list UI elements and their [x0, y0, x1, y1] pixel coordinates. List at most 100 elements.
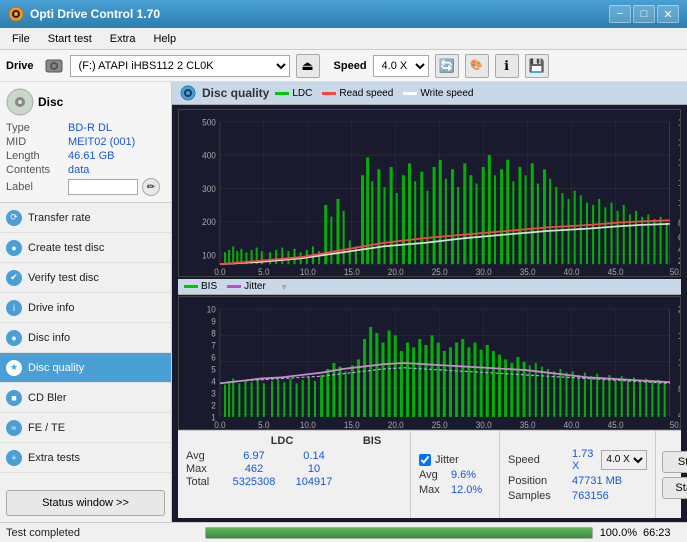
svg-text:18 X: 18 X [678, 117, 680, 128]
nav-drive-info[interactable]: i Drive info [0, 293, 171, 323]
progress-bar-fill [206, 528, 592, 538]
stats-max-row: Max 462 10 [186, 463, 402, 475]
nav-transfer-rate[interactable]: ⟳ Transfer rate [0, 203, 171, 233]
info-button[interactable]: ℹ [495, 54, 519, 78]
chart1-wrapper: 500 400 300 200 100 18 X 16 X 14 X 12 X … [178, 109, 681, 277]
svg-text:10 X: 10 X [678, 198, 680, 209]
status-window-button[interactable]: Status window >> [6, 490, 165, 516]
color-button[interactable]: 🎨 [465, 54, 489, 78]
nav-label-verify: Verify test disc [28, 272, 99, 284]
nav-verify-test-disc[interactable]: ✔ Verify test disc [0, 263, 171, 293]
drive-select[interactable]: (F:) ATAPI iHBS112 2 CL0K [70, 55, 290, 77]
nav-extra-tests[interactable]: + Extra tests [0, 443, 171, 473]
svg-text:500: 500 [202, 117, 216, 128]
cd-bler-icon: ■ [6, 390, 22, 406]
sidebar: Disc Type BD-R DL MID MEIT02 (001) Lengt… [0, 82, 172, 522]
minimize-button[interactable]: − [609, 5, 631, 23]
save-button[interactable]: 💾 [525, 54, 549, 78]
legend2: BIS Jitter ▼ [178, 279, 681, 295]
max-ldc-val: 462 [224, 463, 284, 475]
speed-select[interactable]: 4.0 X 8.0 X 2.0 X MAX [373, 55, 429, 77]
svg-text:8%: 8% [678, 383, 680, 394]
fe-te-icon: ≈ [6, 420, 22, 436]
speed-stat-select[interactable]: 4.0 X 8.0 X [601, 450, 647, 470]
jitter-max-val: 12.0% [451, 484, 491, 496]
svg-text:30.0: 30.0 [476, 266, 492, 276]
svg-text:4 X: 4 X [678, 244, 680, 255]
close-button[interactable]: ✕ [657, 5, 679, 23]
svg-text:30.0: 30.0 [476, 419, 492, 429]
jitter-header-row: Jitter [419, 454, 491, 466]
svg-text:2 X: 2 X [678, 256, 680, 267]
samples-label: Samples [508, 490, 568, 502]
svg-text:50.0 GB: 50.0 GB [670, 266, 680, 276]
nav-label-cd-bler: CD Bler [28, 392, 67, 404]
progress-bar-container [205, 527, 593, 539]
position-label: Position [508, 475, 568, 487]
nav-label-fe-te: FE / TE [28, 422, 65, 434]
stats-headers: LDC BIS [186, 435, 402, 447]
label-input[interactable] [68, 179, 138, 195]
stats-empty [186, 435, 222, 447]
charts-container: 500 400 300 200 100 18 X 16 X 14 X 12 X … [178, 109, 681, 430]
refresh-button[interactable]: 🔄 [435, 54, 459, 78]
title-bar: Opti Drive Control 1.70 − □ ✕ [0, 0, 687, 28]
jitter-section: Jitter Avg 9.6% Max 12.0% [410, 431, 499, 518]
avg-ldc-val: 6.97 [224, 450, 284, 462]
total-ldc-val: 5325308 [224, 476, 284, 488]
svg-text:20.0: 20.0 [388, 419, 404, 429]
jitter-checkbox[interactable] [419, 454, 431, 466]
avg-bis-val: 0.14 [284, 450, 344, 462]
chart1-svg: 500 400 300 200 100 18 X 16 X 14 X 12 X … [179, 110, 680, 276]
menu-help[interactable]: Help [145, 31, 184, 47]
stats-bis-header: BIS [342, 435, 402, 447]
svg-text:9: 9 [211, 316, 216, 327]
svg-text:10.0: 10.0 [300, 266, 316, 276]
legend-jitter: Jitter [227, 281, 266, 292]
create-test-disc-icon: ● [6, 240, 22, 256]
disc-type-row: Type BD-R DL [6, 122, 165, 134]
eject-button[interactable]: ⏏ [296, 54, 320, 78]
nav-label-extra-tests: Extra tests [28, 452, 80, 464]
nav-items: ⟳ Transfer rate ● Create test disc ✔ Ver… [0, 203, 171, 484]
total-bis-val: 104917 [284, 476, 344, 488]
start-full-button[interactable]: Start full [662, 451, 687, 473]
menu-extra[interactable]: Extra [102, 31, 144, 47]
svg-text:200: 200 [202, 216, 216, 227]
nav-create-test-disc[interactable]: ● Create test disc [0, 233, 171, 263]
svg-text:8: 8 [211, 328, 216, 339]
app-title: Opti Drive Control 1.70 [30, 7, 160, 21]
main-content: Disc Type BD-R DL MID MEIT02 (001) Lengt… [0, 82, 687, 522]
start-part-button[interactable]: Start part [662, 477, 687, 499]
nav-cd-bler[interactable]: ■ CD Bler [0, 383, 171, 413]
total-label: Total [186, 476, 224, 488]
svg-text:100: 100 [202, 250, 216, 261]
drive-icon [44, 56, 64, 76]
menu-file[interactable]: File [4, 31, 38, 47]
nav-disc-info[interactable]: ● Disc info [0, 323, 171, 353]
nav-disc-quality[interactable]: ★ Disc quality [0, 353, 171, 383]
nav-label-create-test: Create test disc [28, 242, 104, 254]
jitter-max-row: Max 12.0% [419, 484, 491, 496]
svg-text:15.0: 15.0 [344, 266, 360, 276]
svg-text:35.0: 35.0 [520, 419, 536, 429]
svg-text:50.0 GB: 50.0 GB [670, 419, 680, 429]
speed-label: Speed [334, 60, 367, 72]
chart-header-icon [180, 85, 196, 101]
window-controls: − □ ✕ [609, 5, 679, 23]
svg-text:400: 400 [202, 150, 216, 161]
disc-mid-row: MID MEIT02 (001) [6, 136, 165, 148]
nav-fe-te[interactable]: ≈ FE / TE [0, 413, 171, 443]
menu-start-test[interactable]: Start test [40, 31, 100, 47]
maximize-button[interactable]: □ [633, 5, 655, 23]
verify-test-icon: ✔ [6, 270, 22, 286]
disc-length-value: 46.61 GB [68, 150, 114, 162]
speed-stat-val: 1.73 X [572, 448, 593, 472]
svg-text:10: 10 [207, 304, 216, 315]
status-bar: Test completed 100.0% 66:23 [0, 522, 687, 542]
legend1: LDC Read speed Write speed [275, 88, 473, 99]
speed-row: Speed 1.73 X 4.0 X 8.0 X [508, 448, 647, 472]
label-edit-button[interactable]: ✏ [142, 178, 160, 196]
chart2-indicator: ▼ [280, 282, 289, 292]
svg-text:0.0: 0.0 [214, 419, 225, 429]
